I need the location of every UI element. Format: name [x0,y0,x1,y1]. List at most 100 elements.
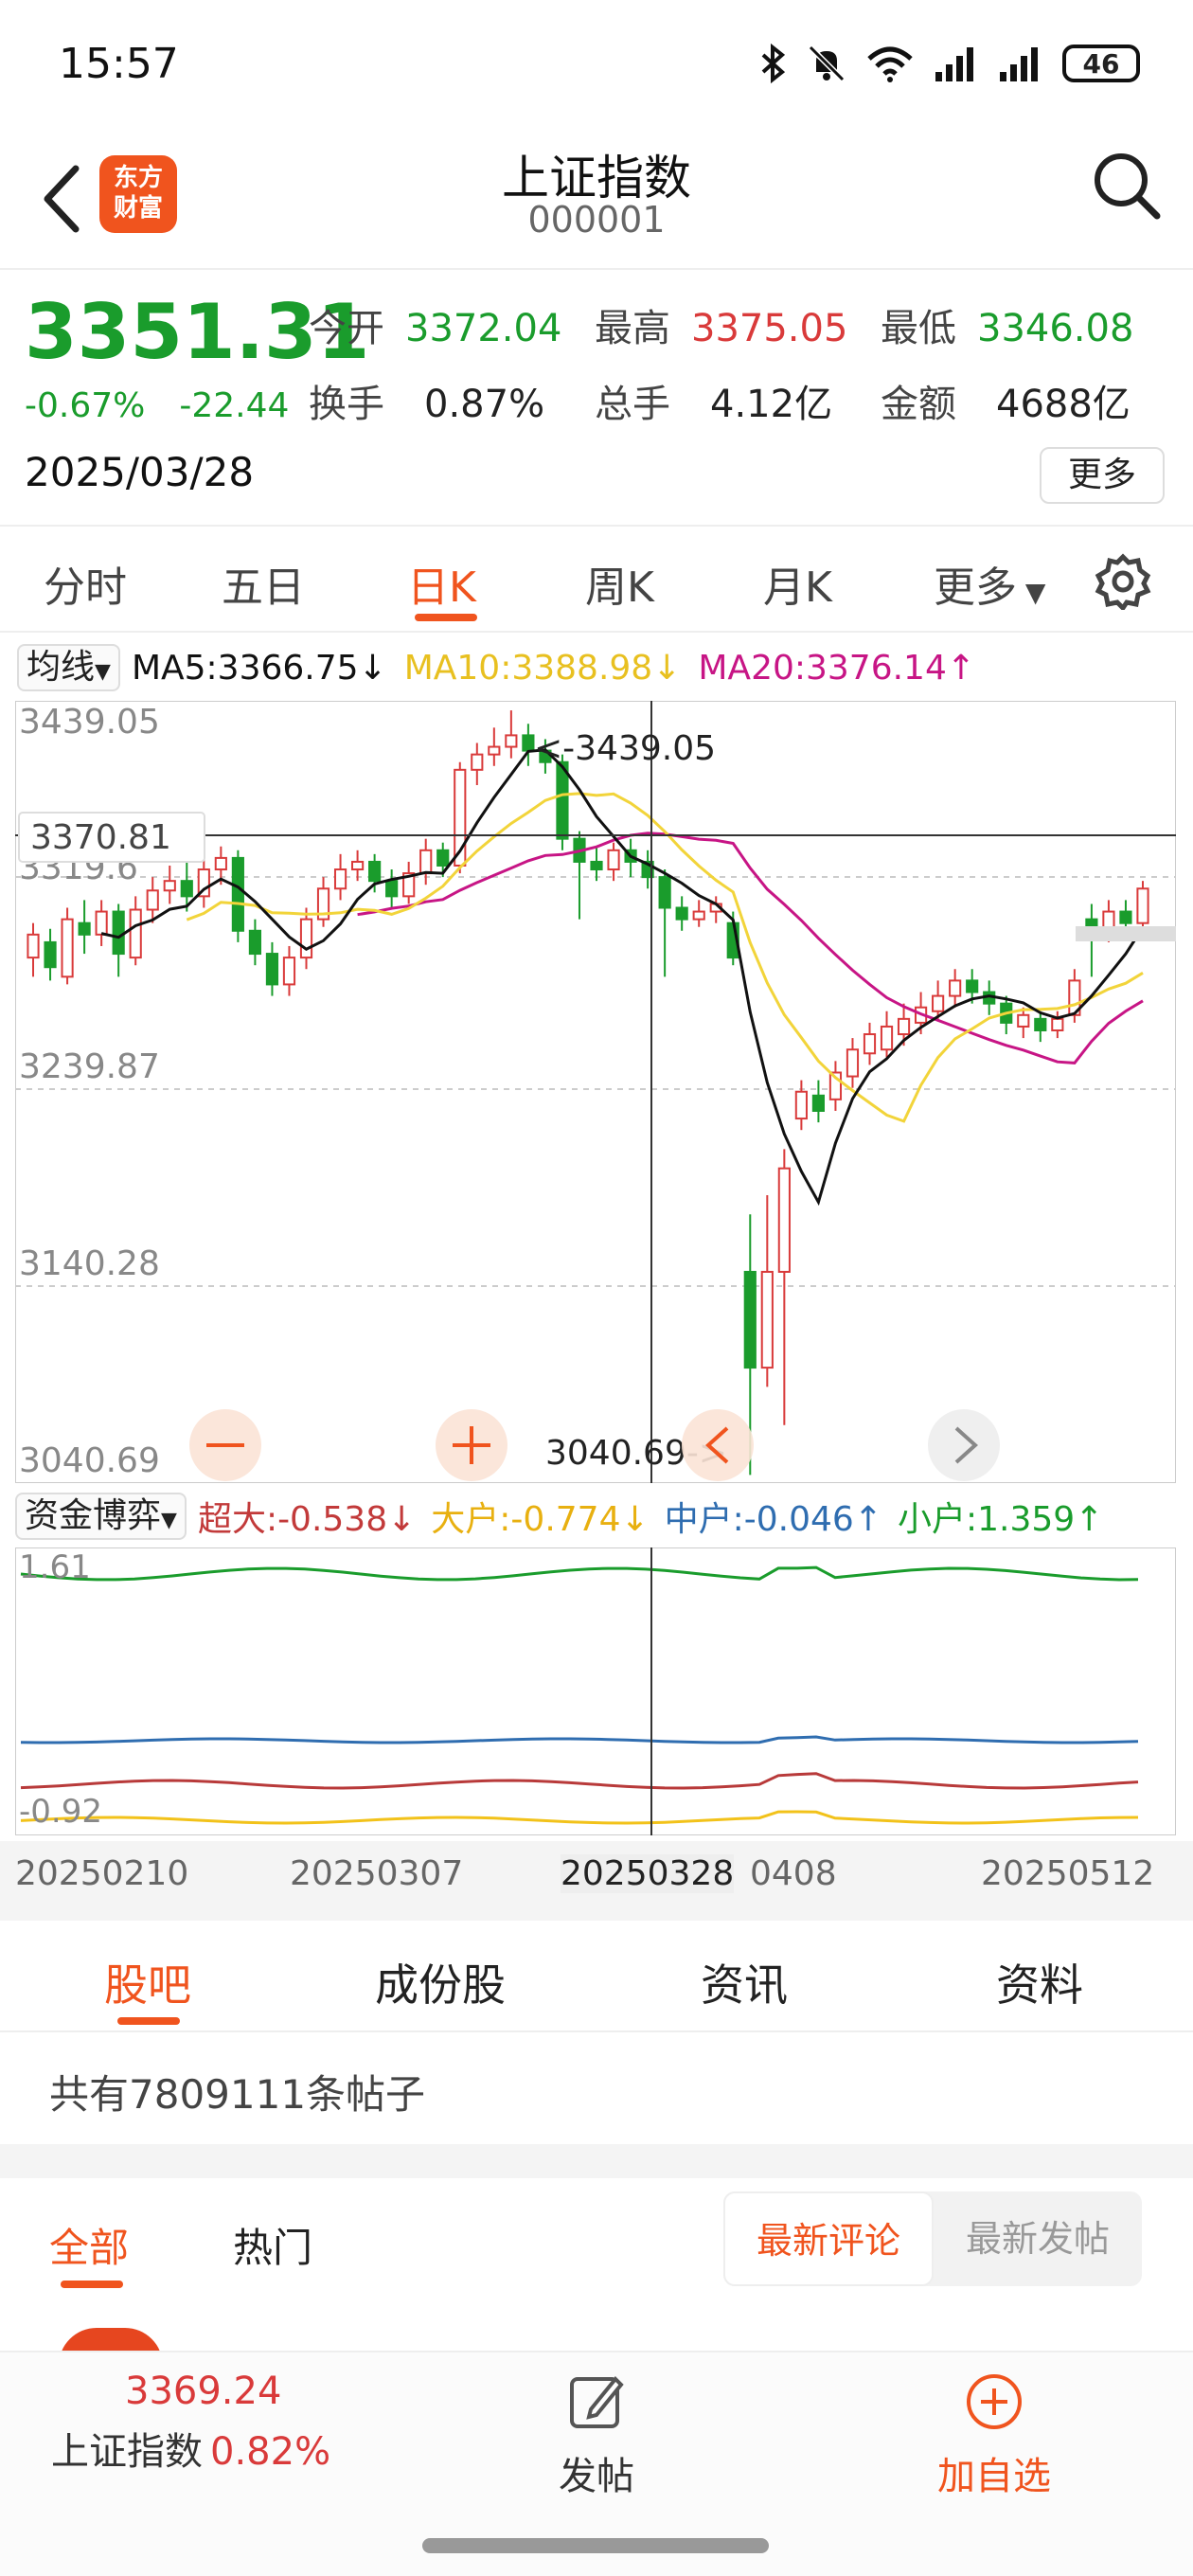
candle-body [966,979,979,993]
candle-body [163,880,176,892]
mute-bell-icon [808,45,846,82]
more-quote-button[interactable]: 更多 [1040,447,1165,504]
y-label-3: 3140.28 [19,1244,160,1283]
volume-cell: 总手 4.12亿 [595,383,833,426]
ma-legend: 均线▼ MA5:3366.75↓ MA10:3388.98↓ MA20:3376… [17,642,975,693]
indicator-selector[interactable]: 均线▼ [17,644,120,691]
candle-body [863,1033,877,1055]
candle-body [488,745,501,756]
battery-icon: 46 [1062,45,1140,82]
candle-body [282,957,296,986]
triangle-down-icon: ▼ [161,1509,177,1532]
low-cell: 最低 3346.08 [881,307,1134,350]
candle-body [692,910,705,921]
post-filters: 全部 热门 最新评论 最新发帖 [0,2178,1193,2366]
candle-body [760,1270,774,1369]
candle-body [351,860,365,871]
candle-body [27,933,40,959]
index-name[interactable]: 上证指数 0.82% [51,2421,330,2476]
index-value[interactable]: 3369.24 [125,2370,281,2413]
flow-small: 小户:1.359↑ [898,1500,1104,1539]
candle-body [385,880,399,898]
wifi-icon [867,46,913,82]
flow-y-bottom: -0.92 [19,1793,102,1831]
candle-body [1119,910,1132,924]
candle-body [368,860,382,883]
tab-more-periods[interactable]: 更多 ▼ [934,553,1045,614]
page-header: 东方 财富 上证指数 000001 [0,133,1193,270]
candle-body [880,1025,894,1051]
battery-level: 46 [1082,47,1120,80]
candle-body [897,1017,911,1036]
candle-body [231,856,244,932]
tab-constituents[interactable]: 成份股 [375,1951,506,2013]
y-label-2: 3239.87 [19,1047,160,1086]
scroll-marker [1076,926,1176,941]
candle-body [180,880,193,898]
candle-body [44,940,57,969]
date-label: 20250210 [15,1854,189,1893]
y-label-bottom: 3040.69 [19,1441,160,1480]
post-button[interactable]: 发帖 [559,2371,634,2500]
candle-body [112,910,125,956]
filter-all[interactable]: 全部 [49,2216,129,2274]
candle-body [794,1090,808,1120]
sort-latest-comment[interactable]: 最新评论 [723,2191,934,2286]
y-label-top: 3439.05 [19,703,160,742]
filter-hot[interactable]: 热门 [233,2216,312,2274]
open-cell: 今开 3372.04 [309,307,562,350]
candle-body [1051,1017,1064,1031]
quote-panel: 3351.31 -0.67% -22.44 2025/03/28 今开 3372.0… [0,271,1193,527]
ma10-value: MA10:3388.98↓ [403,648,682,688]
tab-monthly-k[interactable]: 月K [763,553,832,614]
change-percent: -0.67% [25,386,146,425]
tab-profile[interactable]: 资料 [996,1951,1083,2013]
open-value: 3372.04 [405,307,562,350]
add-watchlist-button[interactable]: 加自选 [935,2371,1053,2500]
low-value: 3346.08 [977,307,1134,350]
flow-indicator-selector[interactable]: 资金博弈▼ [15,1493,187,1540]
change-amount: -22.44 [179,386,290,425]
flow-y-top: 1.61 [19,1548,91,1586]
gear-icon[interactable] [1095,553,1151,610]
candle-body [61,918,74,978]
candle-body [590,860,603,871]
stock-code: 000001 [527,199,666,241]
index-percent: 0.82% [210,2430,331,2474]
status-icons: 46 [759,44,1140,83]
tab-daily-k[interactable]: 日K [407,553,476,614]
candle-body [436,849,450,867]
triangle-down-icon: ▼ [95,660,111,684]
tab-news[interactable]: 资讯 [701,1951,788,2013]
candle-body [846,1048,860,1078]
fund-flow-chart[interactable]: 1.61 -0.92 [14,1547,1177,1836]
period-tabs: 分时 五日 日K 周K 月K 更多 ▼ [0,527,1193,633]
zoom-out-button[interactable] [189,1409,261,1481]
quote-date: 2025/03/28 [25,449,255,495]
turnover-cell: 换手 0.87% [309,383,545,426]
candle-body [248,929,261,956]
candle-body [129,908,142,959]
tab-intraday[interactable]: 分时 [44,553,127,614]
candle-body [471,753,484,771]
fund-flow-legend: 资金博弈▼ 超大:-0.538↓ 大户:-0.774↓ 中户:-0.046↑ 小… [15,1491,1103,1542]
high-cell: 最高 3375.05 [595,307,848,350]
kline-chart[interactable]: 3439.05 3319.6 3370.81 3239.87 3140.28 3… [14,700,1177,1484]
tab-guba[interactable]: 股吧 [104,1951,191,2013]
tab-five-day[interactable]: 五日 [222,553,305,614]
candle-body [522,734,535,752]
zoom-in-button[interactable] [436,1409,507,1481]
max-marker: <-3439.05 [534,729,716,768]
scroll-left-button[interactable] [682,1409,754,1481]
high-value: 3375.05 [691,307,848,350]
sort-latest-post[interactable]: 最新发帖 [934,2191,1142,2286]
search-icon[interactable] [1089,148,1165,224]
active-filter-indicator [61,2281,123,2288]
status-bar: 15:57 46 [0,0,1193,133]
candle-body [1034,1017,1047,1031]
ma5-value: MA5:3366.75↓ [131,648,387,688]
post-count: 共有7809111条帖子 [49,2071,426,2118]
tab-weekly-k[interactable]: 周K [585,553,654,614]
scroll-right-button[interactable] [928,1409,1000,1481]
candle-body [811,1094,825,1112]
